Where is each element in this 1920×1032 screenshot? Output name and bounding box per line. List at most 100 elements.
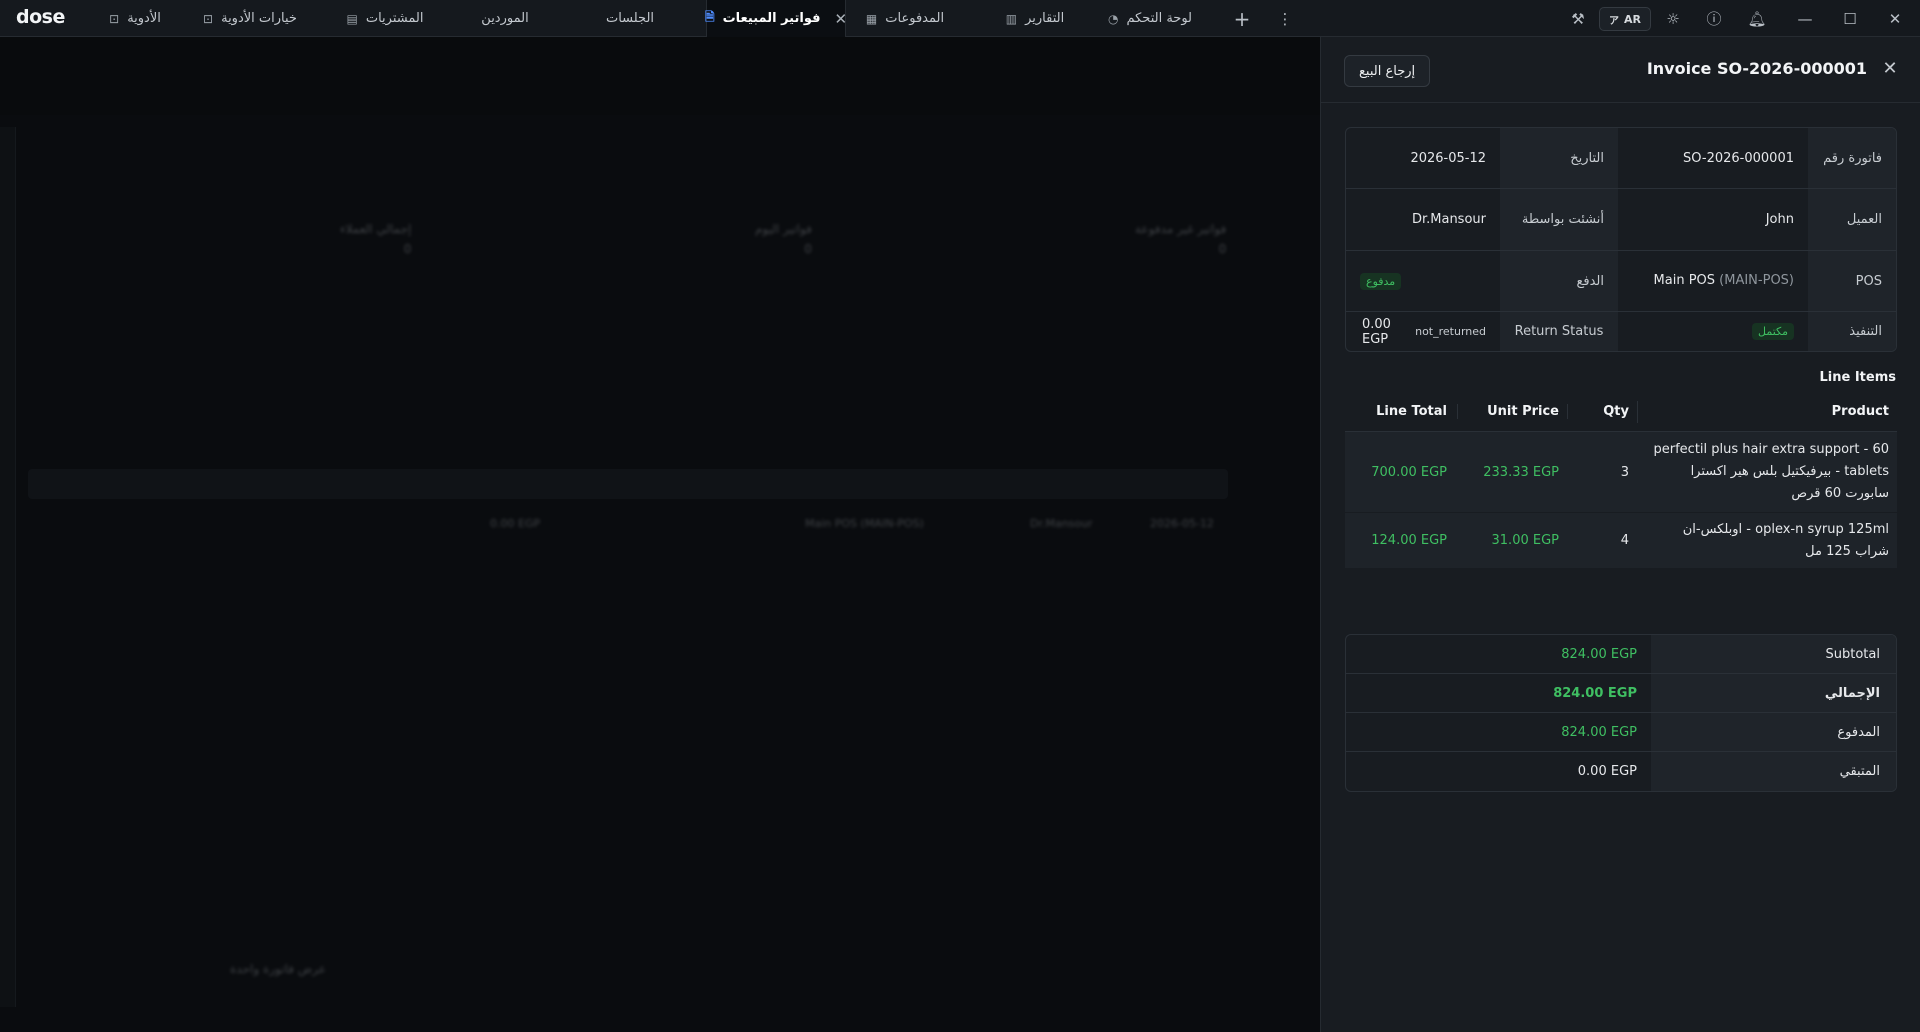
info-row: فاتورة رقم SO-2026-000001 التاريخ 2026-0… (1346, 128, 1896, 189)
invoice-number-label: فاتورة رقم (1808, 128, 1896, 188)
pos-label: POS (1808, 251, 1896, 311)
total-value: 824.00 EGP (1553, 685, 1637, 701)
return-status-value: 0.00 EGP not_returned (1346, 312, 1500, 351)
minimize-button[interactable]: — (1785, 0, 1825, 37)
pos-value: Main POS (MAIN-POS) (1618, 251, 1808, 311)
document-icon: 🗎 (704, 10, 715, 24)
line-items-title: Line Items (1819, 370, 1897, 385)
line-items-header: Line Total Unit Price Qty Product (1345, 392, 1897, 432)
tab-dashboard[interactable]: ◔ لوحة التحكم (1100, 0, 1200, 37)
background-sidebar (0, 127, 16, 1007)
return-amount: 0.00 EGP (1362, 316, 1391, 347)
add-tab-button[interactable]: + (1222, 0, 1262, 37)
column-header-line-total: Line Total (1376, 404, 1447, 419)
remaining-row: المتبقي 0.00 EGP (1346, 752, 1896, 791)
invoice-info-table: فاتورة رقم SO-2026-000001 التاريخ 2026-0… (1345, 127, 1897, 352)
background-page-overlay[interactable]: إجمالي العملاء 0 فواتير اليوم 0 فواتير غ… (0, 37, 1320, 1032)
background-row-date: 2026-05-12 (1150, 517, 1214, 530)
tab-purchases[interactable]: ▤ المشتريات (335, 0, 435, 37)
close-icon[interactable]: ✕ (834, 10, 847, 28)
pos-name: Main POS (1653, 273, 1716, 288)
stat-value: 0 (1218, 242, 1227, 256)
language-toggle-button[interactable]: ア AR (1599, 7, 1651, 31)
tab-payments[interactable]: ▦ المدفوعات (855, 0, 955, 37)
tab-label: التقارير (1025, 11, 1065, 26)
qty-cell: 4 (1620, 533, 1629, 548)
info-row: العميل John أنشئت بواسطة Dr.Mansour (1346, 189, 1896, 251)
more-menu-icon[interactable]: ⋮ (1265, 0, 1305, 37)
tab-medicine-options[interactable]: ⊡ خيارات الأدوية (195, 0, 305, 37)
unit-price-cell: 233.33 EGP (1483, 464, 1559, 480)
window-close-button[interactable]: ✕ (1875, 0, 1915, 37)
line-items-table: Line Total Unit Price Qty Product 700.00… (1345, 392, 1897, 569)
background-row-creator: Dr.Mansour (1030, 517, 1093, 530)
fulfillment-value: مكتمل (1618, 312, 1808, 351)
tools-icon[interactable]: ⚒ (1558, 0, 1598, 37)
product-cell: perfectil plus hair extra support - 60 t… (1653, 442, 1890, 501)
qty-cell: 3 (1620, 464, 1629, 480)
drawer-title: Invoice SO-2026-000001 (1646, 59, 1867, 78)
column-header-product: Product (1637, 400, 1897, 423)
wallet-icon: ▦ (865, 11, 878, 26)
theme-toggle-icon[interactable]: ☼ (1653, 0, 1693, 37)
help-icon[interactable]: ⓘ (1694, 0, 1734, 37)
stat-total-customers: إجمالي العملاء 0 (340, 222, 411, 256)
tab-label: الجلسات (605, 11, 655, 26)
notification-bell-icon[interactable]: 🔔︎ (1737, 0, 1777, 37)
background-row-pos: Main POS (MAIN-POS) (805, 517, 924, 530)
tab-label: لوحة التحكم (1126, 11, 1193, 26)
box-icon: ⊡ (109, 11, 120, 26)
total-label: الإجمالي (1651, 674, 1896, 712)
tab-label: فواتير المبيعات (722, 11, 821, 26)
background-table-header (28, 469, 1228, 499)
invoice-drawer: ✕ Invoice SO-2026-000001 إرجاع البيع فات… (1320, 37, 1920, 1032)
line-total-cell: 700.00 EGP (1371, 464, 1447, 480)
tab-suppliers[interactable]: الموردين (460, 0, 550, 37)
receipt-icon: ▤ (346, 11, 358, 26)
tab-label: الموردين (481, 11, 529, 26)
column-header-unit-price: Unit Price (1457, 404, 1567, 419)
stat-label: إجمالي العملاء (340, 222, 412, 236)
remaining-value: 0.00 EGP (1577, 764, 1637, 779)
invoice-number-value: SO-2026-000001 (1683, 150, 1794, 166)
payment-status-badge: مدفوع (1360, 272, 1402, 290)
return-sale-button[interactable]: إرجاع البيع (1344, 55, 1431, 87)
tab-label: المشتريات (365, 11, 424, 26)
created-by-value: Dr.Mansour (1411, 212, 1486, 227)
paid-row: المدفوع 824.00 EGP (1346, 713, 1896, 752)
stat-label: فواتير اليوم (755, 222, 812, 236)
box-icon: ⊡ (203, 11, 214, 26)
unit-price-cell: 31.00 EGP (1491, 533, 1559, 548)
subtotal-row: Subtotal 824.00 EGP (1346, 635, 1896, 674)
tab-label: خيارات الأدوية (221, 11, 297, 26)
tab-label: المدفوعات (885, 11, 945, 26)
total-row: الإجمالي 824.00 EGP (1346, 674, 1896, 713)
tab-label: الأدوية (127, 11, 161, 26)
pos-code: (MAIN-POS) (1719, 273, 1794, 288)
stat-label: فواتير غير مدفوعة (1135, 222, 1227, 236)
tab-sessions[interactable]: الجلسات (585, 0, 675, 37)
language-label: AR (1624, 12, 1641, 26)
date-label: التاريخ (1500, 128, 1618, 188)
table-row: 124.00 EGP 31.00 EGP 4 oplex-n syrup 125… (1345, 513, 1897, 569)
remaining-label: المتبقي (1651, 752, 1896, 791)
stat-today-invoices: فواتير اليوم 0 (755, 222, 812, 256)
subtotal-value: 824.00 EGP (1561, 646, 1637, 662)
stat-value: 0 (804, 242, 812, 256)
maximize-button[interactable]: ☐ (1830, 0, 1870, 37)
chart-icon: ▥ (1005, 11, 1018, 26)
return-status-text: not_returned (1415, 325, 1486, 338)
stat-unpaid-invoices: فواتير غير مدفوعة 0 (1135, 222, 1226, 256)
payment-value: مدفوع (1346, 251, 1500, 311)
tab-reports[interactable]: ▥ التقارير (985, 0, 1085, 37)
close-icon[interactable]: ✕ (1877, 55, 1903, 81)
info-row: POS Main POS (MAIN-POS) الدفع مدفوع (1346, 251, 1896, 312)
totals-table: Subtotal 824.00 EGP الإجمالي 824.00 EGP … (1345, 634, 1897, 792)
line-total-cell: 124.00 EGP (1371, 533, 1447, 548)
fulfillment-label: التنفيذ (1808, 312, 1896, 351)
tab-sales-invoices[interactable]: 🗎 فواتير المبيعات ✕ (704, 0, 847, 37)
tab-medicines[interactable]: ⊡ الأدوية (80, 0, 190, 37)
background-header (0, 37, 1320, 115)
paid-value: 824.00 EGP (1561, 724, 1637, 740)
background-row-amount: 0.00 EGP (490, 517, 541, 530)
